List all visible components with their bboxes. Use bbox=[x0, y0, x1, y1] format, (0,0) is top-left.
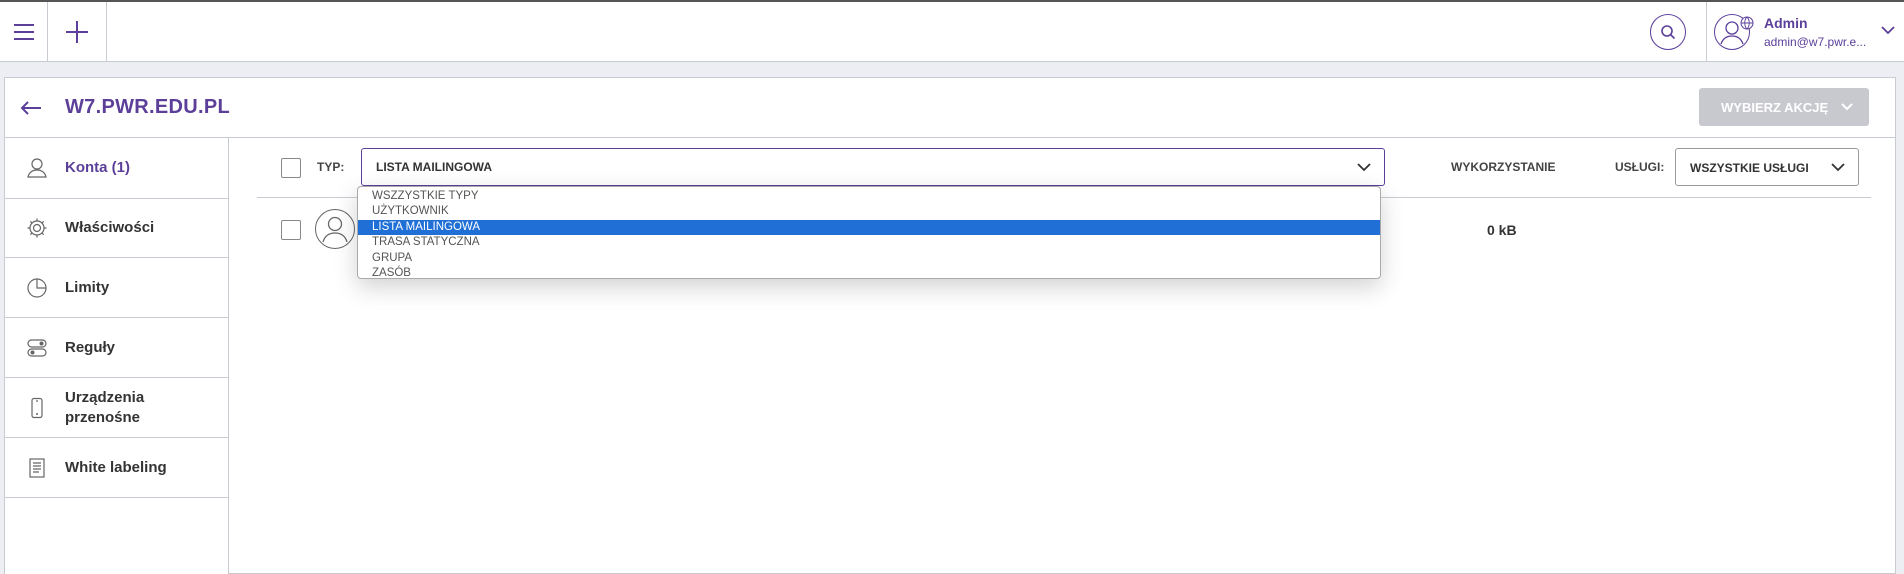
usage-value: 0 kB bbox=[1487, 222, 1517, 238]
phone-icon bbox=[25, 396, 49, 420]
type-select-value: LISTA MAILINGOWA bbox=[376, 160, 492, 174]
dropdown-option-selected[interactable]: LISTA MAILINGOWA bbox=[358, 219, 1380, 236]
sidebar-item-limits[interactable]: Limity bbox=[5, 258, 229, 318]
chevron-down-icon bbox=[1831, 163, 1845, 172]
dropdown-option[interactable]: WSZZYSTKIE TYPY bbox=[358, 189, 1380, 204]
choose-action-button[interactable]: WYBIERZ AKCJĘ bbox=[1699, 88, 1869, 126]
plus-icon bbox=[66, 21, 88, 43]
services-select[interactable]: WSZYSTKIE USŁUGI bbox=[1675, 148, 1859, 186]
select-all-checkbox[interactable] bbox=[281, 158, 301, 178]
sidebar-item-label: Limity bbox=[65, 278, 110, 296]
type-label: TYP: bbox=[317, 160, 345, 174]
chevron-down-icon bbox=[1841, 103, 1853, 111]
arrow-left-icon bbox=[20, 101, 41, 115]
services-select-value: WSZYSTKIE USŁUGI bbox=[1690, 161, 1809, 175]
choose-action-label: WYBIERZ AKCJĘ bbox=[1721, 99, 1829, 115]
sidebar-item-accounts[interactable]: Konta (1) bbox=[5, 138, 230, 198]
sidebar: Konta (1) Właściwości Limity Reguły Urzą… bbox=[5, 138, 230, 574]
toggles-icon bbox=[25, 336, 49, 360]
gear-icon bbox=[25, 216, 49, 240]
sidebar-item-rules[interactable]: Reguły bbox=[5, 318, 229, 378]
panel-header: W7.PWR.EDU.PL WYBIERZ AKCJĘ bbox=[5, 78, 1895, 138]
sidebar-item-label: White labeling bbox=[65, 458, 167, 476]
page-title: W7.PWR.EDU.PL bbox=[65, 96, 231, 118]
sidebar-item-label: Konta (1) bbox=[65, 159, 130, 176]
dropdown-option[interactable]: GRUPA bbox=[358, 251, 1380, 266]
chevron-down-icon bbox=[1357, 163, 1371, 172]
user-email: admin@w7.pwr.e... bbox=[1764, 35, 1867, 49]
menu-button[interactable] bbox=[0, 2, 48, 62]
add-button[interactable] bbox=[48, 2, 107, 62]
sidebar-item-label: Urządzenia przenośne bbox=[65, 388, 145, 426]
user-menu[interactable]: Admin admin@w7.pwr.e... bbox=[1712, 12, 1902, 52]
top-bar: Admin admin@w7.pwr.e... bbox=[0, 0, 1904, 62]
usage-column-header[interactable]: WYKORZYSTANIE bbox=[1451, 160, 1555, 174]
back-button[interactable] bbox=[19, 96, 59, 120]
user-name: Admin bbox=[1764, 15, 1808, 31]
search-icon bbox=[1661, 25, 1676, 40]
type-dropdown-list: WSZZYSTKIE TYPY UŻYTKOWNIK LISTA MAILING… bbox=[357, 186, 1381, 279]
main-panel: W7.PWR.EDU.PL WYBIERZ AKCJĘ Konta (1) Wł… bbox=[4, 77, 1896, 574]
hamburger-icon bbox=[13, 24, 34, 40]
dropdown-option[interactable]: TRASA STATYCZNA bbox=[358, 235, 1380, 250]
avatar bbox=[315, 209, 355, 249]
dropdown-option[interactable]: UŻYTKOWNIK bbox=[358, 204, 1380, 219]
divider bbox=[1706, 2, 1707, 62]
sidebar-item-mobile-devices[interactable]: Urządzenia przenośne bbox=[5, 378, 229, 438]
user-icon bbox=[322, 216, 348, 243]
user-icon bbox=[25, 156, 49, 180]
chevron-down-icon bbox=[1881, 26, 1895, 35]
dropdown-option[interactable]: ZASÓB bbox=[358, 266, 1380, 281]
search-button[interactable] bbox=[1650, 14, 1686, 50]
sidebar-item-properties[interactable]: Właściwości bbox=[5, 198, 229, 258]
services-label: USŁUGI: bbox=[1615, 160, 1665, 174]
sidebar-item-white-labeling[interactable]: White labeling bbox=[5, 438, 229, 498]
row-checkbox[interactable] bbox=[281, 220, 301, 240]
globe-icon bbox=[1740, 16, 1754, 30]
sidebar-item-label: Reguły bbox=[65, 338, 116, 356]
sidebar-item-label: Właściwości bbox=[65, 219, 155, 236]
type-select[interactable]: LISTA MAILINGOWA bbox=[361, 148, 1385, 186]
document-icon bbox=[25, 456, 49, 480]
pie-chart-icon bbox=[25, 276, 49, 300]
